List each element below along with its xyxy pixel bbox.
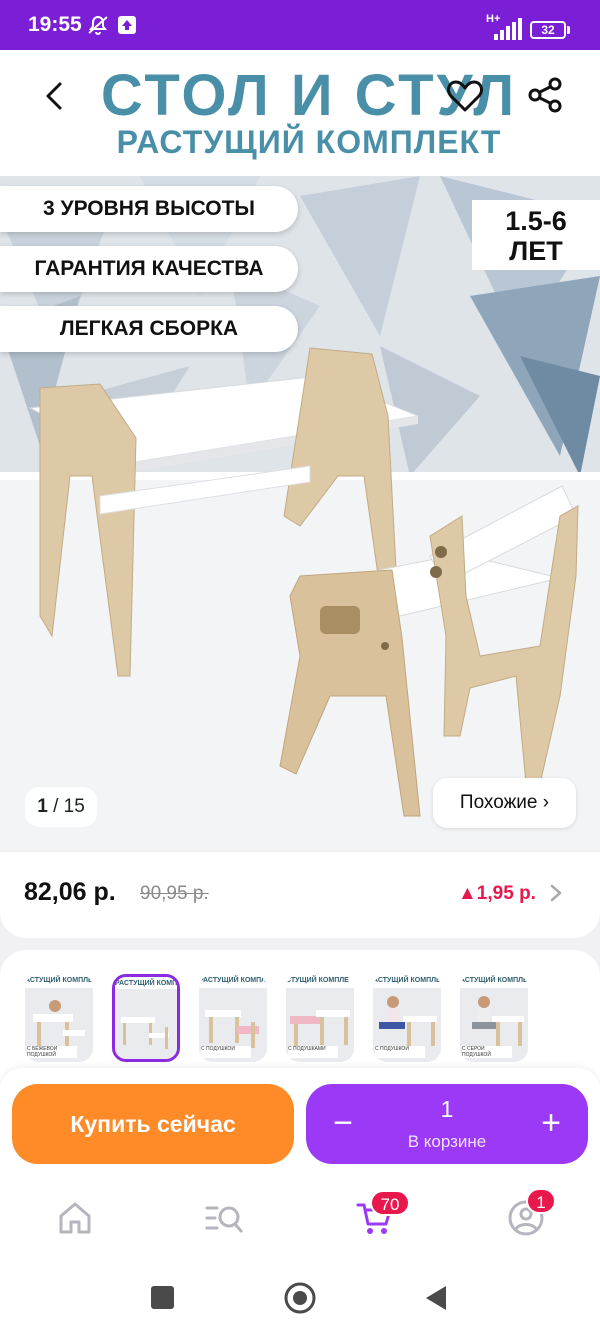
age-range: 1.5-6 bbox=[505, 206, 567, 236]
image-banner: СТОЛ И СТУЛ РАСТУЩИЙ КОМПЛЕКТ bbox=[0, 50, 600, 176]
thumbnail-2-selected[interactable]: РАСТУЩИЙ КОМПЛЕКТ bbox=[112, 974, 180, 1062]
home-icon[interactable] bbox=[55, 1198, 95, 1238]
thumbnail-6[interactable]: АСТУЩИЙ КОМПЛЕ С СЕРОЙ ПОДУШКОЙ bbox=[460, 974, 528, 1062]
thumbnail-caption: С БЕЖЕВОЙ ПОДУШКОЙ bbox=[27, 1046, 77, 1058]
cart-quantity: 1 bbox=[440, 1096, 454, 1122]
thumbnail-5[interactable]: АСТУЩИЙ КОМПЛЕ С ПОДУШКОЙ bbox=[373, 974, 441, 1062]
purchase-action-bar: Купить сейчас − 1 В корзине + bbox=[0, 1068, 600, 1178]
price-change[interactable]: ▲1,95 р. bbox=[458, 883, 536, 905]
status-bar: 19:55 H+ 32 bbox=[0, 0, 600, 50]
decrease-quantity-button[interactable]: − bbox=[328, 1104, 358, 1144]
chevron-right-icon[interactable] bbox=[548, 882, 564, 904]
back-arrow-icon[interactable] bbox=[38, 78, 74, 114]
product-image-gallery[interactable]: СТОЛ И СТУЛ РАСТУЩИЙ КОМПЛЕКТ 3 УРОВНЯ В… bbox=[0, 50, 600, 850]
age-badge: 1.5-6 ЛЕТ bbox=[472, 200, 600, 270]
profile-badge: 1 bbox=[526, 1188, 556, 1214]
cart-badge: 70 bbox=[370, 1190, 410, 1216]
in-cart-label: В корзине bbox=[407, 1132, 487, 1151]
image-counter-total: / 15 bbox=[53, 796, 85, 817]
thumbnail-caption: С ПОДУШКАМИ bbox=[288, 1046, 338, 1058]
catalog-search-icon[interactable] bbox=[204, 1198, 244, 1238]
heart-icon[interactable] bbox=[446, 78, 484, 114]
cart-quantity-control: − 1 В корзине + bbox=[306, 1084, 588, 1164]
home-circle-icon[interactable] bbox=[283, 1281, 317, 1315]
upload-icon bbox=[118, 16, 136, 34]
price-old: 90,95 р. bbox=[140, 883, 209, 904]
banner-subtitle: РАСТУЩИЙ КОМПЛЕКТ bbox=[116, 124, 502, 160]
thumbnail-caption: С ПОДУШКОЙ bbox=[375, 1046, 425, 1058]
feature-quality-guarantee: ГАРАНТИЯ КАЧЕСТВА bbox=[0, 246, 298, 292]
price-current: 82,06 р. bbox=[24, 878, 116, 906]
mute-notifications-icon bbox=[88, 15, 108, 35]
recent-apps-icon[interactable] bbox=[151, 1286, 174, 1309]
thumbnail-image bbox=[115, 989, 177, 1059]
bottom-tab-bar: 70 1 bbox=[0, 1178, 600, 1258]
battery-tip bbox=[567, 26, 570, 34]
signal-icon bbox=[494, 18, 522, 40]
thumbnail-strip: АСТУЩИЙ КОМПЛЕ С БЕЖЕВОЙ ПОДУШКОЙ РАСТУЩ… bbox=[0, 950, 600, 1080]
image-counter-current: 1 bbox=[37, 796, 48, 817]
thumbnail-caption: С СЕРОЙ ПОДУШКОЙ bbox=[462, 1046, 512, 1058]
system-navigation-bar bbox=[0, 1258, 600, 1332]
increase-quantity-button[interactable]: + bbox=[534, 1104, 568, 1144]
buy-now-button[interactable]: Купить сейчас bbox=[12, 1084, 294, 1164]
similar-products-button[interactable]: Похожие › bbox=[433, 778, 576, 828]
age-unit: ЛЕТ bbox=[509, 236, 563, 266]
thumbnail-4[interactable]: СТУЩИЙ КОМПЛЕ С ПОДУШКАМИ bbox=[286, 974, 354, 1062]
thumbnail-1[interactable]: АСТУЩИЙ КОМПЛЕ С БЕЖЕВОЙ ПОДУШКОЙ bbox=[25, 974, 93, 1062]
thumbnail-caption: С ПОДУШКОЙ bbox=[201, 1046, 251, 1058]
system-back-icon[interactable] bbox=[424, 1284, 448, 1312]
battery-icon: 32 bbox=[530, 21, 566, 39]
feature-easy-assembly: ЛЕГКАЯ СБОРКА bbox=[0, 306, 298, 352]
status-time: 19:55 bbox=[28, 13, 82, 36]
image-counter: 1 / 15 bbox=[25, 787, 97, 827]
app-root: 19:55 H+ 32 СТОЛ И СТУЛ РАСТУЩИЙ КОМПЛЕК… bbox=[0, 0, 600, 1332]
price-card: 82,06 р. 90,95 р. ▲1,95 р. bbox=[0, 852, 600, 938]
banner-title: СТОЛ И СТУЛ bbox=[100, 63, 518, 128]
feature-height-levels: 3 УРОВНЯ ВЫСОТЫ bbox=[0, 186, 298, 232]
thumbnail-3[interactable]: РАСТУЩИЙ КОМПЛЕ С ПОДУШКОЙ bbox=[199, 974, 267, 1062]
share-icon[interactable] bbox=[526, 76, 564, 114]
